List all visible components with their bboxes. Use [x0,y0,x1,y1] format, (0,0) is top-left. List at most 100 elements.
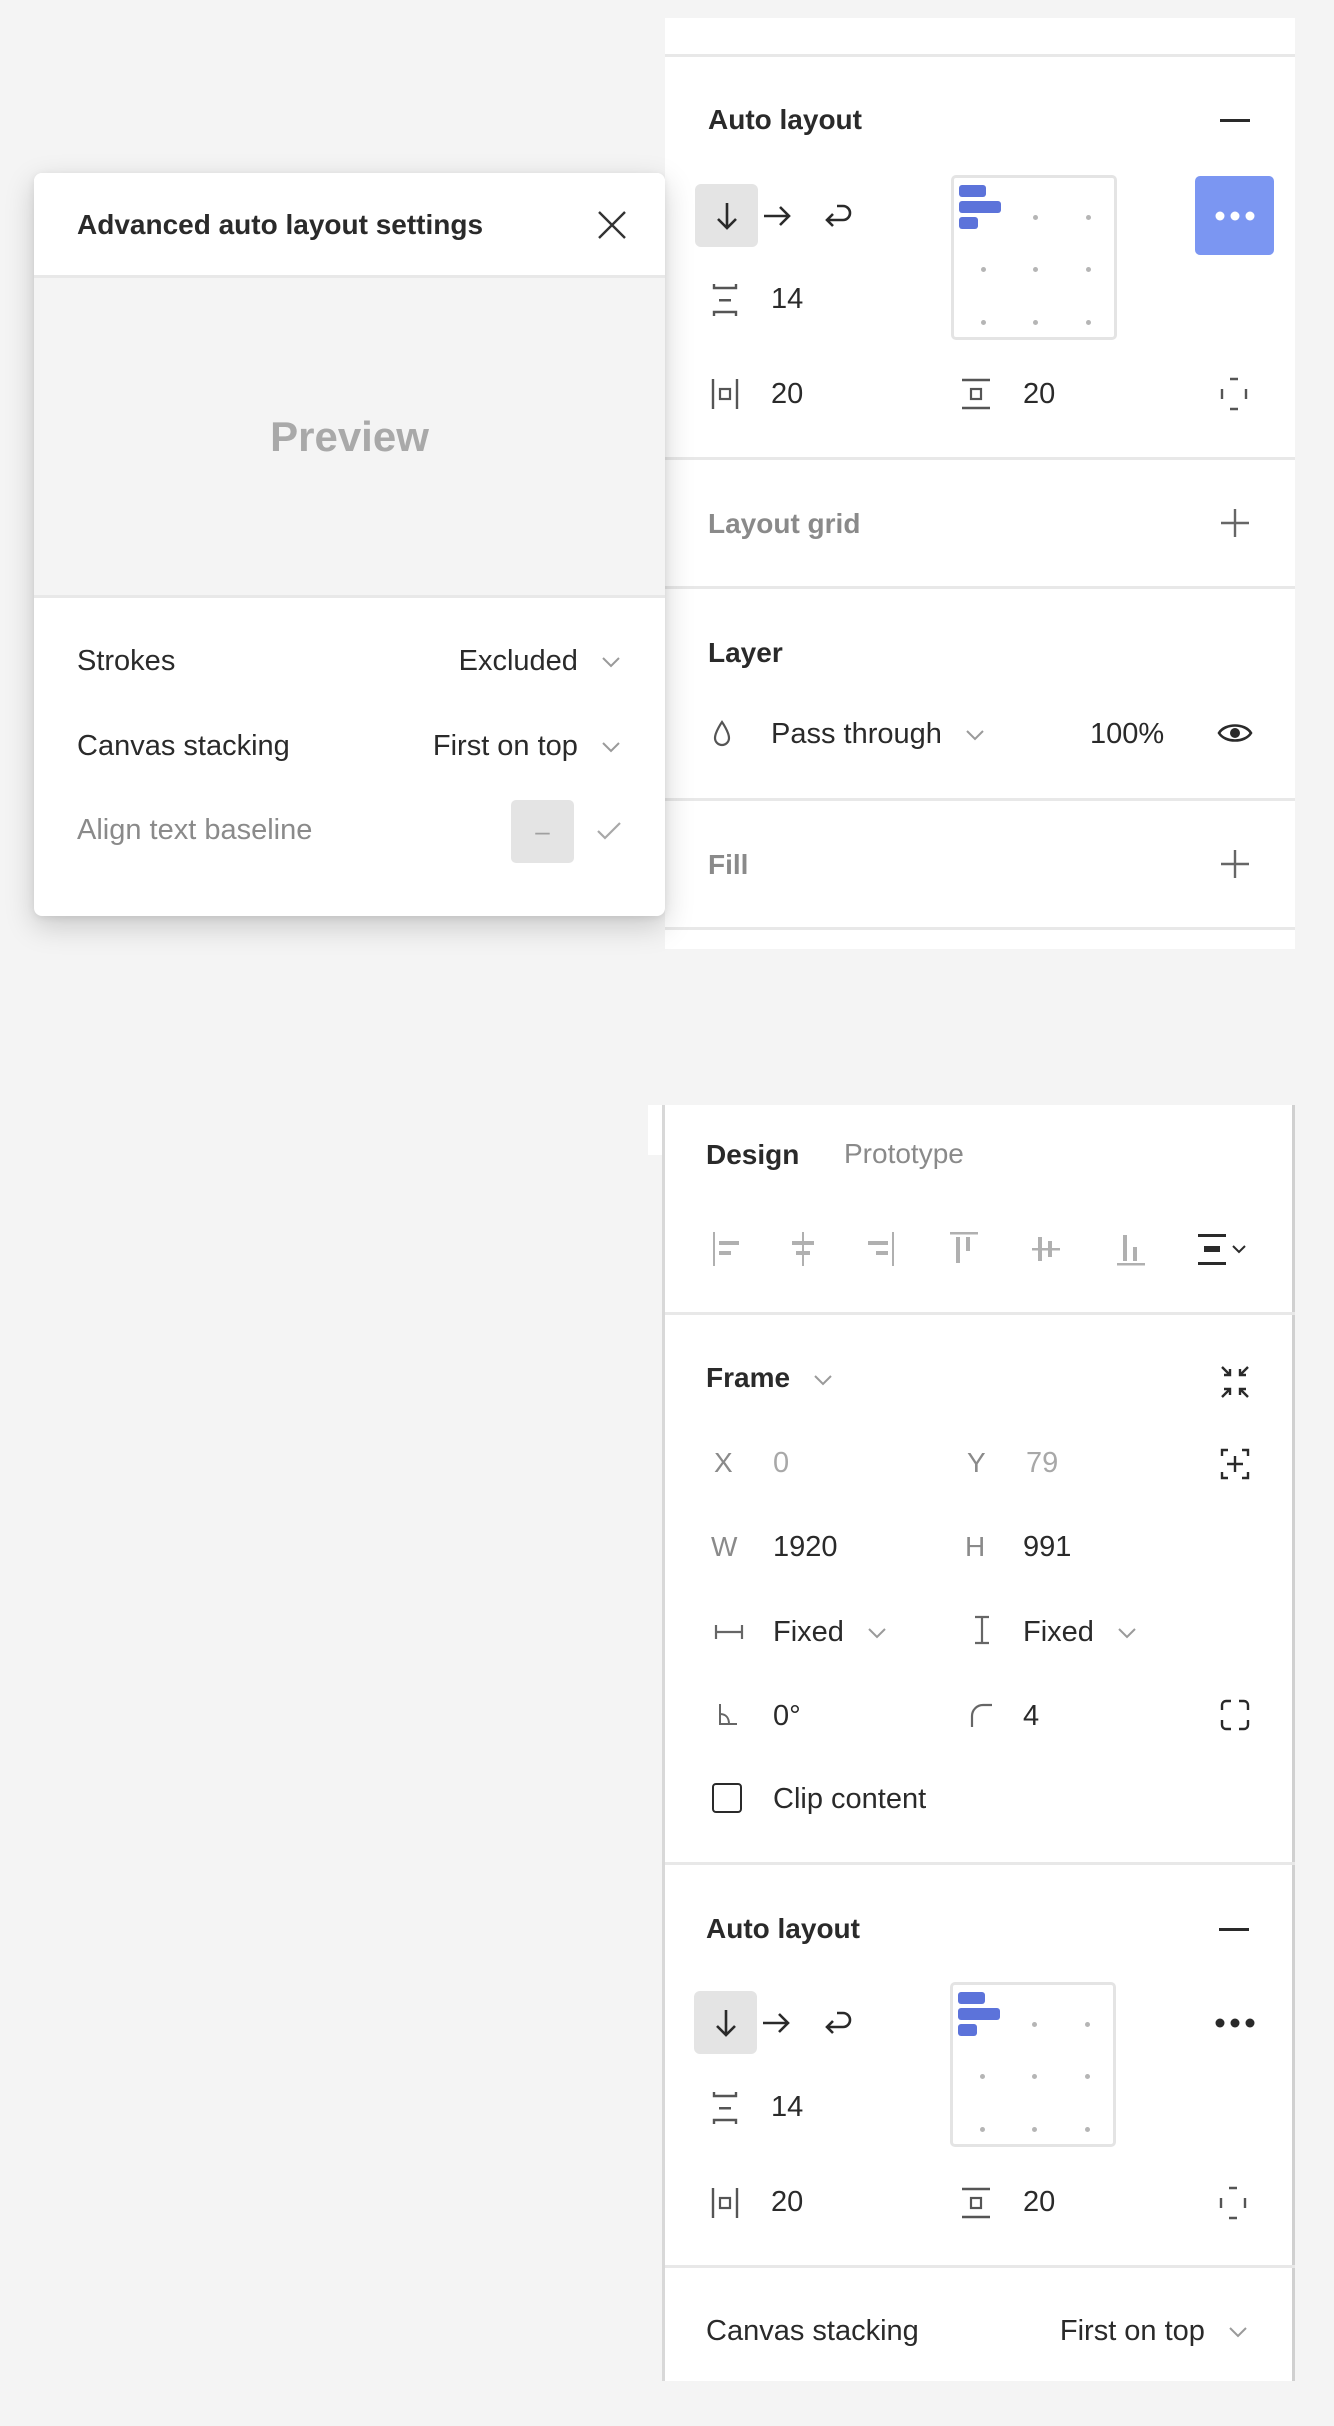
alignment-dot[interactable] [981,320,986,325]
distribute-icon[interactable] [1195,1229,1257,1269]
horizontal-resize-icon [712,1619,746,1645]
dialog-title: Advanced auto layout settings [77,209,484,240]
width-mode-select[interactable]: Fixed [773,1616,888,1649]
direction-wrap-button[interactable] [806,1991,869,2054]
align-horizontal-center-icon[interactable] [784,1229,822,1269]
tab-prototype[interactable]: Prototype [844,1138,964,1170]
fill-title: Fill [708,849,749,880]
alignment-dot[interactable] [981,267,986,272]
direction-horizontal-button[interactable] [745,184,808,247]
wrap-icon [823,202,853,230]
blend-mode-select[interactable]: Pass through [771,718,986,751]
alignment-dot[interactable] [1032,2074,1037,2079]
canvas-stacking-value: First on top [432,730,578,762]
constraints-icon[interactable] [1217,1445,1253,1483]
plus-icon[interactable] [1218,506,1252,540]
spacing-between-icon [707,2088,743,2128]
minus-icon[interactable] [1218,106,1252,136]
alignment-bar [959,201,1001,213]
design-panel-top: Auto layout 14 20 20 Layout grid Layer P… [665,18,1295,949]
preview-label: Preview [270,412,429,460]
alignment-dot[interactable] [1086,320,1091,325]
minus-icon[interactable] [1217,1915,1251,1945]
frame-title[interactable]: Frame [706,1362,834,1394]
individual-padding-icon[interactable] [1216,376,1252,412]
alignment-dot[interactable] [1032,2022,1037,2027]
alignment-bar [959,185,986,197]
align-vertical-center-icon[interactable] [1027,1229,1065,1269]
alignment-dot[interactable] [1033,267,1038,272]
align-top-icon[interactable] [945,1229,983,1269]
divider [665,2265,1295,2268]
advanced-auto-layout-dialog: Advanced auto layout settings Preview St… [34,173,665,916]
y-label: Y [967,1447,986,1478]
h-input[interactable]: 991 [1023,1531,1071,1564]
alignment-dot[interactable] [980,2074,985,2079]
height-mode-select[interactable]: Fixed [1023,1616,1138,1649]
strokes-label: Strokes [77,645,176,677]
alignment-dot[interactable] [1032,2127,1037,2132]
strokes-select[interactable]: Excluded [459,645,622,678]
resize-to-fit-icon[interactable] [1217,1362,1253,1402]
design-panel-bottom: Design Prototype Frame X 0 Y 79 W 1920 H… [662,1105,1295,2381]
canvas-stacking-select[interactable]: First on top [433,730,622,763]
advanced-settings-button[interactable] [1195,2003,1274,2043]
vertical-padding-value[interactable]: 20 [1023,2186,1055,2219]
chevron-down-icon [812,1373,834,1387]
horizontal-padding-value[interactable]: 20 [771,2186,803,2219]
alignment-grid[interactable] [951,175,1117,340]
align-right-icon[interactable] [861,1229,899,1269]
tab-design[interactable]: Design [706,1139,799,1171]
alignment-dot[interactable] [1086,215,1091,220]
opacity-value[interactable]: 100% [1090,718,1164,751]
corner-radius-icon [967,1699,997,1731]
alignment-dot[interactable] [1085,2127,1090,2132]
chevron-down-icon [1227,2325,1249,2339]
w-input[interactable]: 1920 [773,1531,838,1564]
alignment-dot[interactable] [1085,2022,1090,2027]
alignment-dot[interactable] [1033,320,1038,325]
alignment-dot[interactable] [1086,267,1091,272]
spacing-value[interactable]: 14 [771,2091,803,2124]
alignment-bar [958,1992,985,2004]
corner-radius-input[interactable]: 4 [1023,1700,1039,1733]
close-icon[interactable] [593,206,631,244]
auto-layout-title: Auto layout [706,1913,860,1944]
canvas-stacking-label: Canvas stacking [706,2315,919,2347]
vertical-padding-value[interactable]: 20 [1023,378,1055,411]
alignment-dot[interactable] [1033,215,1038,220]
dialog-header: Advanced auto layout settings [34,173,665,278]
eye-icon[interactable] [1215,718,1255,748]
more-horizontal-icon [1215,211,1255,221]
alignment-dot[interactable] [980,2127,985,2132]
chevron-down-icon [866,1626,888,1640]
clip-content-label[interactable]: Clip content [773,1783,926,1816]
x-input[interactable]: 0 [773,1447,789,1480]
align-bottom-icon[interactable] [1112,1229,1150,1269]
layer-title: Layer [708,637,783,668]
clip-content-checkbox[interactable] [712,1783,742,1813]
align-text-baseline-label: Align text baseline [77,814,313,846]
align-text-baseline-input: – [511,800,574,863]
rotation-input[interactable]: 0° [773,1700,801,1733]
align-left-icon[interactable] [708,1229,746,1269]
plus-icon[interactable] [1218,847,1252,881]
w-label: W [711,1531,738,1562]
horizontal-padding-value[interactable]: 20 [771,378,803,411]
more-horizontal-icon [1215,2018,1255,2028]
independent-corners-icon[interactable] [1217,1697,1253,1733]
divider [665,1312,1295,1315]
checkmark-icon [594,818,624,844]
arrow-down-icon [715,201,739,231]
y-input[interactable]: 79 [1026,1447,1058,1480]
advanced-settings-button[interactable] [1195,176,1274,255]
spacing-value[interactable]: 14 [771,283,803,316]
direction-horizontal-button[interactable] [744,1991,807,2054]
blend-mode-value: Pass through [771,718,942,750]
divider [665,54,1295,57]
direction-wrap-button[interactable] [806,184,869,247]
individual-padding-icon[interactable] [1215,2185,1251,2221]
alignment-dot[interactable] [1085,2074,1090,2079]
alignment-grid[interactable] [950,1982,1116,2147]
canvas-stacking-select[interactable]: First on top [1060,2315,1249,2348]
